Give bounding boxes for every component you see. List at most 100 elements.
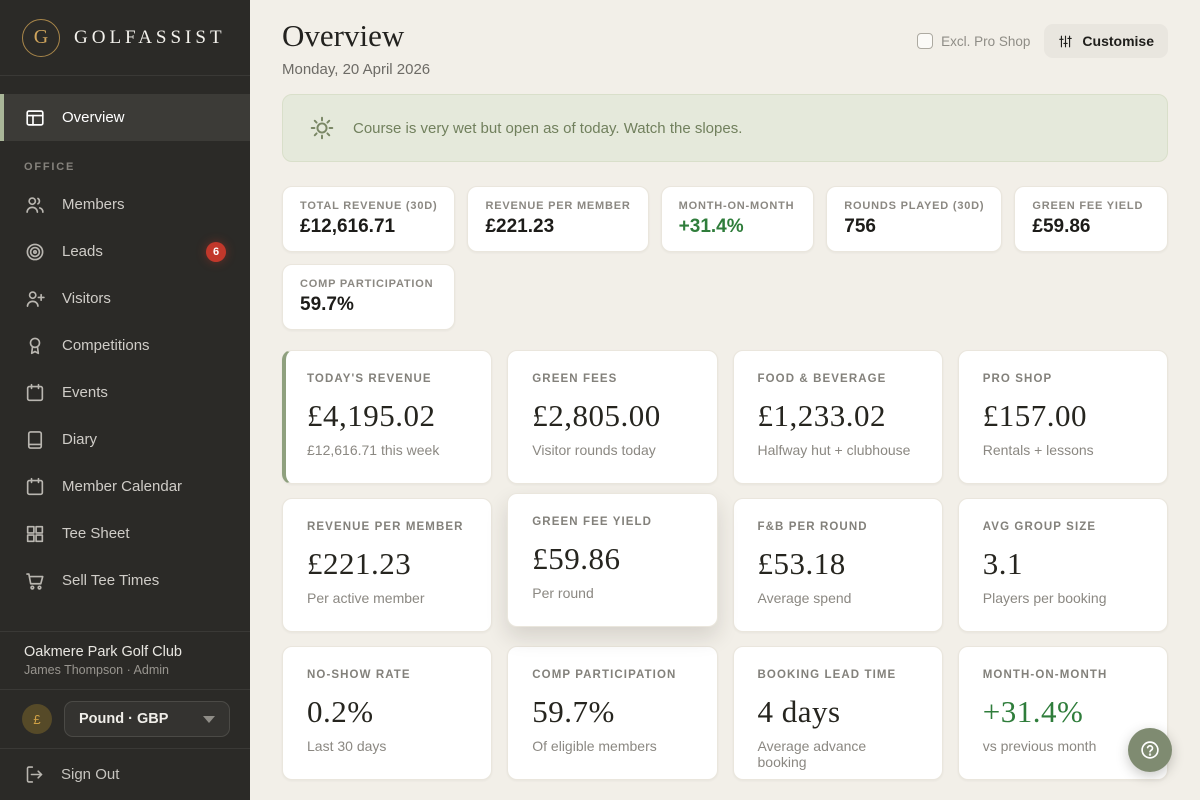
stat-card-subtext: Halfway hut + clubhouse (757, 442, 911, 458)
stat-card-subtext: Of eligible members (532, 738, 657, 754)
customise-label: Customise (1082, 33, 1154, 49)
members-icon (24, 194, 46, 216)
stat-card-subtext: Players per booking (982, 590, 1107, 606)
stat-card: GREEN FEES £2,805.00 Visitor rounds toda… (507, 350, 718, 484)
customise-button[interactable]: Customise (1044, 24, 1168, 58)
sidebar-item-events[interactable]: Events (0, 369, 250, 416)
stat-card-subtext: £12,616.71 this week (307, 442, 440, 458)
sidebar-item-label: Diary (62, 431, 98, 448)
sidebar-item-label: Competitions (62, 337, 150, 354)
sign-out-button[interactable]: Sign Out (0, 748, 250, 800)
stat-card: F&B PER ROUND £53.18 Average spend (732, 498, 943, 632)
mini-stat-card: TOTAL REVENUE (30D) £12,616.71 (282, 186, 456, 252)
excl-pro-shop-checkbox[interactable] (917, 33, 934, 49)
sidebar-item-label: Tee Sheet (62, 525, 130, 542)
mini-stat-card: MONTH-ON-MONTH +31.4% (660, 186, 815, 252)
sidebar-item-label: Sell Tee Times (62, 572, 160, 589)
sidebar-item-label: Overview (62, 109, 125, 126)
main-content: Overview Monday, 20 April 2026 Excl. Pro… (250, 0, 1200, 800)
stat-card-subtext: Average advance booking (757, 738, 867, 770)
stat-card-value: £157.00 (982, 398, 1087, 433)
club-user-role: James Thompson · Admin (24, 663, 169, 677)
stat-card: COMP PARTICIPATION 59.7% Of eligible mem… (507, 646, 718, 780)
currency-select[interactable]: Pound · GBP (64, 701, 230, 737)
stat-card-subtext: Last 30 days (307, 738, 387, 754)
stat-card-value: 59.7% (532, 694, 615, 729)
stat-card-label: BOOKING LEAD TIME (757, 669, 897, 681)
help-button[interactable] (1128, 728, 1172, 772)
currency-block: £ Pound · GBP (0, 689, 250, 748)
sidebar-items: Members Leads 6 Visitors Competitions Ev… (0, 181, 250, 604)
award-icon (24, 335, 46, 357)
mini-stat-value: +31.4% (678, 216, 744, 237)
sidebar-nav: Overview OFFICE Members Leads 6 Visitors… (0, 76, 250, 604)
stat-card-value: £1,233.02 (757, 398, 886, 433)
sidebar: G GOLFASSIST Overview OFFICE Members Lea… (0, 0, 250, 800)
target-icon (24, 241, 46, 263)
notification-badge: 6 (206, 241, 226, 262)
stat-card: GREEN FEE YIELD £59.86 Per round (507, 493, 718, 627)
stat-card: AVG GROUP SIZE 3.1 Players per booking (957, 498, 1168, 632)
sidebar-item-visitors[interactable]: Visitors (0, 275, 250, 322)
mini-stat-card: COMP PARTICIPATION 59.7% (282, 264, 456, 330)
sidebar-item-competitions[interactable]: Competitions (0, 322, 250, 369)
stat-card-label: NO-SHOW RATE (307, 669, 411, 681)
mini-stat-label: REVENUE PER MEMBER (485, 200, 631, 212)
stat-card-subtext: vs previous month (982, 738, 1097, 754)
question-icon (1139, 739, 1161, 761)
mini-stat-label: TOTAL REVENUE (30D) (300, 200, 438, 212)
stat-card: REVENUE PER MEMBER £221.23 Per active me… (282, 498, 493, 632)
sidebar-item-sell-tee-times[interactable]: Sell Tee Times (0, 557, 250, 604)
person-add-icon (24, 288, 46, 310)
club-info: Oakmere Park Golf Club James Thompson · … (0, 631, 250, 689)
mini-stat-label: ROUNDS PLAYED (30D) (844, 200, 985, 212)
stat-card-label: FOOD & BEVERAGE (757, 373, 887, 385)
stat-card-subtext: Average spend (757, 590, 852, 606)
stat-card-label: COMP PARTICIPATION (532, 669, 677, 681)
sidebar-item-label: Events (62, 384, 108, 401)
excl-pro-shop-toggle[interactable]: Excl. Pro Shop (917, 33, 1030, 49)
calendar-icon (24, 476, 46, 498)
sliders-icon (1058, 34, 1073, 49)
sidebar-item-leads[interactable]: Leads 6 (0, 228, 250, 275)
sidebar-item-tee-sheet[interactable]: Tee Sheet (0, 510, 250, 557)
stat-card-value: £4,195.02 (307, 398, 436, 433)
brand-name: GOLFASSIST (74, 26, 226, 48)
cart-icon (24, 570, 46, 592)
club-name: Oakmere Park Golf Club (24, 644, 182, 660)
mini-stat-card: GREEN FEE YIELD £59.86 (1014, 186, 1168, 252)
stat-card-label: GREEN FEES (532, 373, 618, 385)
sidebar-item-overview[interactable]: Overview (0, 94, 250, 141)
dashboard-icon (24, 107, 46, 129)
banner-message: Course is very wet but open as of today.… (353, 119, 743, 137)
stat-card-label: PRO SHOP (982, 373, 1053, 385)
stat-card-value: 4 days (757, 694, 841, 729)
sun-icon (309, 115, 335, 141)
logout-icon (24, 764, 45, 785)
stat-card-value: £2,805.00 (532, 398, 661, 433)
sidebar-item-members[interactable]: Members (0, 181, 250, 228)
sidebar-item-label: Leads (62, 243, 103, 260)
grid-icon (24, 523, 46, 545)
mini-stat-value: £59.86 (1032, 216, 1091, 237)
sidebar-item-label: Member Calendar (62, 478, 183, 495)
book-icon (24, 429, 46, 451)
sidebar-footer: Oakmere Park Golf Club James Thompson · … (0, 631, 250, 800)
stat-card-value: £59.86 (532, 541, 621, 576)
stat-card-label: REVENUE PER MEMBER (307, 521, 464, 533)
page-header: Overview Monday, 20 April 2026 Excl. Pro… (282, 18, 1168, 78)
stat-card-label: F&B PER ROUND (757, 521, 868, 533)
stat-card-label: TODAY'S REVENUE (307, 373, 432, 385)
stat-card-value: +31.4% (982, 694, 1084, 729)
mini-stat-card: ROUNDS PLAYED (30D) 756 (826, 186, 1003, 252)
brand-monogram-icon: G (22, 18, 60, 57)
stat-card-value: 3.1 (982, 546, 1023, 581)
stat-card-value: £53.18 (757, 546, 846, 581)
sidebar-item-diary[interactable]: Diary (0, 416, 250, 463)
mini-stat-value: £221.23 (485, 216, 555, 237)
mini-stat-value: 756 (844, 216, 876, 237)
stat-card-value: £221.23 (307, 546, 412, 581)
brand-logo: G GOLFASSIST (0, 0, 250, 76)
mini-stat-label: MONTH-ON-MONTH (678, 200, 795, 212)
sidebar-item-member-calendar[interactable]: Member Calendar (0, 463, 250, 510)
